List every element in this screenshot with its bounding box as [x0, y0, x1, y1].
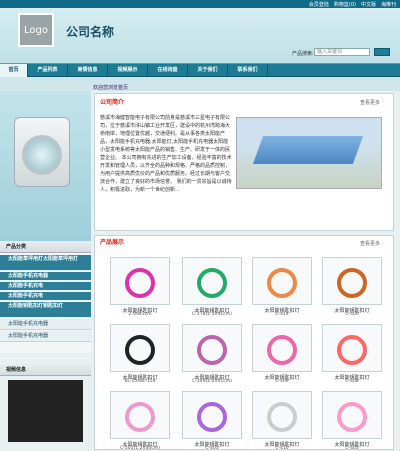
english-link[interactable]: 海推刊 — [381, 1, 396, 8]
product-code: C-149(2.0X41cm) — [192, 379, 232, 384]
company-name: 公司名称 — [66, 25, 115, 39]
nav-products[interactable]: 产品列表 — [28, 64, 68, 77]
category-item[interactable]: 太阳能手机充电器 — [0, 272, 91, 281]
about-title: 公司简介 — [100, 99, 125, 106]
products-title: 产品展示 — [100, 239, 125, 246]
product-card[interactable]: 太阳能钥匙扣灯 C-505(1.2X30cm) — [110, 391, 170, 451]
nav-about[interactable]: 关于我们 — [188, 64, 228, 77]
search-button[interactable] — [374, 48, 390, 56]
product-card[interactable]: 太阳能钥匙扣灯 C-408 — [322, 324, 382, 384]
category-item[interactable]: 太阳能草坪用灯太阳能草坪用灯 — [0, 255, 91, 271]
product-image[interactable] — [252, 324, 312, 372]
top-links: 会员登陆 购物篮(0) 中文版 海推刊 — [309, 1, 396, 8]
products-more-link[interactable]: 查看更多 — [360, 240, 380, 247]
product-image[interactable] — [110, 257, 170, 305]
product-card[interactable]: 太阳能钥匙扣灯 C-178(2.5X41cm) — [182, 257, 242, 317]
search-input[interactable]: 输入关键词 — [314, 48, 370, 56]
keychain-icon — [197, 268, 227, 298]
product-image[interactable] — [322, 324, 382, 372]
factory-building — [252, 136, 364, 164]
keychain-icon — [337, 335, 367, 365]
product-code: C-408 — [345, 379, 359, 384]
login-link[interactable]: 会员登陆 — [309, 1, 329, 8]
breadcrumb-bar — [0, 77, 400, 91]
keychain-icon — [267, 335, 297, 365]
product-image[interactable] — [110, 391, 170, 439]
category-item[interactable]: 太阳能手机充电 — [0, 282, 91, 291]
nav-home[interactable]: 首页 — [0, 64, 28, 77]
about-text: 慈溪市海健智能电子有限公司前身是慈溪市三星电子有限公司，位于慈溪市浒山镇工业开发… — [100, 115, 232, 193]
search-label: 产品搜索: — [292, 51, 314, 57]
keychain-icon — [197, 402, 227, 432]
category-subitem[interactable]: 太阳能手机充电器 — [0, 331, 91, 342]
product-card[interactable]: 太阳能钥匙扣灯 C-409 — [252, 324, 312, 384]
product-code: C-403 — [205, 446, 219, 451]
product-code: C-400 — [345, 312, 359, 317]
product-code: C-414 — [275, 312, 289, 317]
product-image[interactable] — [322, 391, 382, 439]
category-item[interactable]: 太阳能手机充电 — [0, 292, 91, 301]
category-title: 产品分类 — [0, 241, 91, 253]
video-title: 视频信息 — [0, 364, 91, 376]
product-card[interactable]: 太阳能钥匙扣灯 Z-0943cm — [110, 257, 170, 317]
product-card[interactable]: 太阳能钥匙扣灯 C-405 — [322, 391, 382, 451]
product-image[interactable] — [182, 391, 242, 439]
nav-video[interactable]: 视频展示 — [108, 64, 148, 77]
keychain-icon — [125, 268, 155, 298]
category-subitem[interactable]: 太阳能手机充电器 — [0, 319, 91, 330]
about-more-link[interactable]: 查看更多 — [360, 99, 380, 106]
product-code: Z-0943cm — [128, 312, 152, 317]
keychain-icon — [197, 335, 227, 365]
keychain-icon — [125, 402, 155, 432]
keychain-icon — [337, 402, 367, 432]
product-image[interactable] — [252, 257, 312, 305]
category-item[interactable]: 太阳能钥匙扣灯钥匙扣灯 — [0, 302, 91, 318]
product-code: C-505(1.2X30cm) — [120, 446, 160, 451]
product-image[interactable] — [322, 257, 382, 305]
product-card[interactable]: 太阳能钥匙扣灯 C-400 — [322, 257, 382, 317]
keychain-icon — [267, 402, 297, 432]
product-card[interactable]: 太阳能钥匙扣灯 C-410 — [252, 391, 312, 451]
video-player[interactable] — [8, 380, 83, 442]
keychain-icon — [267, 268, 297, 298]
top-bar: 会员登陆 购物篮(0) 中文版 海推刊 — [0, 0, 400, 8]
product-code: C-405 — [345, 446, 359, 451]
washer-door-icon — [22, 135, 62, 175]
product-card[interactable]: 太阳能钥匙扣灯 C-403 — [182, 391, 242, 451]
main-nav: 首页 产品列表 商情信息 视频展示 在线询盘 关于我们 联系我们 — [0, 63, 400, 77]
product-card[interactable]: 太阳能钥匙扣灯 KL-1548L-154 — [110, 324, 170, 384]
product-code: C-410 — [275, 446, 289, 451]
product-image[interactable] — [182, 257, 242, 305]
nav-inquiry[interactable]: 在线询盘 — [148, 64, 188, 77]
keychain-icon — [337, 268, 367, 298]
breadcrumb: 欢迎您浏览首页 — [93, 85, 129, 91]
product-code: KL-1548L-154 — [124, 379, 156, 384]
product-card[interactable]: 太阳能钥匙扣灯 C-149(2.0X41cm) — [182, 324, 242, 384]
cart-link[interactable]: 购物篮(0) — [334, 1, 356, 8]
product-image[interactable] — [252, 391, 312, 439]
product-code: C-409 — [275, 379, 289, 384]
logo[interactable]: Logo — [18, 13, 54, 47]
nav-news[interactable]: 商情信息 — [68, 64, 108, 77]
product-card[interactable]: 太阳能钥匙扣灯 C-414 — [252, 257, 312, 317]
keychain-icon — [125, 335, 155, 365]
product-code: C-178(2.5X41cm) — [192, 312, 232, 317]
nav-contact[interactable]: 联系我们 — [228, 64, 268, 77]
product-image[interactable] — [110, 324, 170, 372]
chinese-link[interactable]: 中文版 — [361, 1, 376, 8]
product-image[interactable] — [182, 324, 242, 372]
